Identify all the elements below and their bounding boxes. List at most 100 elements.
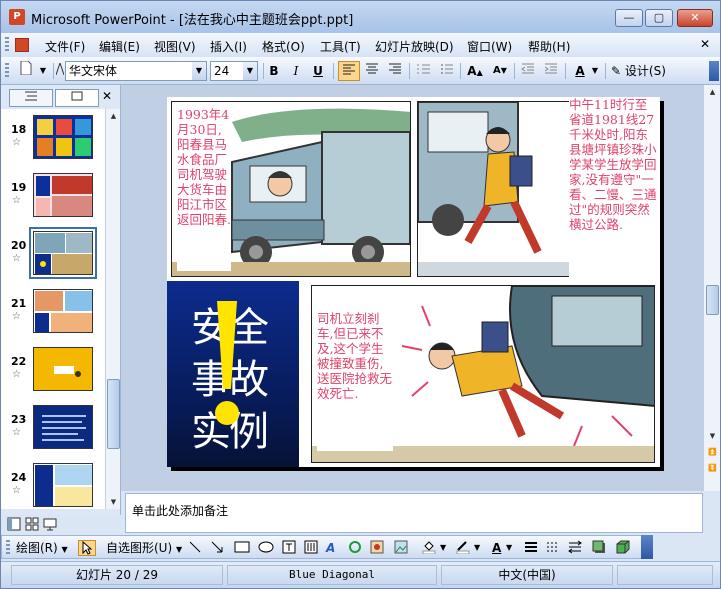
align-right-icon[interactable] (384, 61, 406, 81)
select-objects-icon[interactable] (78, 540, 96, 556)
pane-close-button[interactable]: ✕ (102, 89, 112, 103)
slide-position-status: 幻灯片 20 / 29 (11, 565, 223, 585)
slideshow-view-icon[interactable] (43, 517, 57, 531)
draw-menu-button[interactable]: 绘图(R) ▼ (16, 540, 68, 556)
slide-sorter-view-icon[interactable] (25, 517, 39, 531)
normal-view-icon[interactable] (7, 517, 21, 531)
scroll-down-icon[interactable]: ▼ (107, 495, 120, 509)
oval-icon[interactable] (258, 540, 274, 556)
thumbnail-22[interactable]: 22 ☆ (1, 345, 105, 401)
underline-button[interactable]: U (307, 61, 329, 81)
menu-file[interactable]: 文件(F) (45, 38, 85, 55)
text-box-icon[interactable] (282, 540, 296, 556)
font-color-icon[interactable]: A (569, 61, 591, 81)
increase-font-size-icon[interactable]: A▲ (464, 61, 486, 81)
previous-slide-icon[interactable]: ⏫ (706, 445, 719, 459)
shadow-style-icon[interactable] (592, 540, 606, 556)
menu-view[interactable]: 视图(V) (154, 38, 196, 55)
vertical-text-box-icon[interactable] (304, 540, 318, 556)
menu-tools[interactable]: 工具(T) (320, 38, 361, 55)
draw-menu-label: 绘图(R) (16, 541, 58, 555)
font-color-draw-dropdown-icon[interactable]: ▼ (506, 540, 512, 556)
toolbar-options-icon[interactable] (709, 61, 719, 81)
new-dropdown-arrow-icon[interactable]: ▼ (37, 61, 49, 81)
notes-pane[interactable]: 单击此处添加备注 (125, 493, 703, 533)
font-color-draw-icon[interactable]: A (492, 540, 501, 556)
thumbnail-21[interactable]: 21 ☆ (1, 287, 105, 343)
outline-tab[interactable] (9, 89, 53, 107)
next-slide-icon[interactable]: ⏬ (706, 461, 719, 475)
numbering-icon[interactable] (413, 61, 435, 81)
thumbnail-image (33, 289, 93, 333)
arrow-style-icon[interactable] (568, 540, 582, 556)
menu-window[interactable]: 窗口(W) (467, 38, 512, 55)
drawbar-grip[interactable] (6, 540, 10, 556)
clip-art-icon[interactable] (370, 540, 384, 556)
wordart-icon[interactable]: A (326, 540, 335, 556)
close-button[interactable]: ✕ (677, 9, 713, 27)
notes-placeholder[interactable]: 单击此处添加备注 (132, 502, 228, 519)
thumbnail-18[interactable]: 18 ☆ (1, 113, 105, 169)
menu-grip[interactable] (5, 37, 9, 53)
powerpoint-app-icon[interactable]: P (9, 9, 25, 25)
new-document-icon[interactable] (15, 60, 37, 81)
line-color-icon[interactable] (456, 540, 470, 556)
decrease-font-size-icon[interactable]: A▼ (489, 61, 511, 81)
font-icon (55, 61, 65, 81)
drawbar-options-icon[interactable] (641, 535, 653, 559)
thumbnail-20[interactable]: 20 ☆ (1, 227, 105, 285)
scroll-down-icon[interactable]: ▼ (706, 429, 719, 443)
font-size-dropdown-icon[interactable]: ▼ (243, 62, 257, 80)
menu-help[interactable]: 帮助(H) (528, 38, 570, 55)
line-color-dropdown-icon[interactable]: ▼ (474, 540, 480, 556)
3d-style-icon[interactable] (616, 540, 630, 556)
font-color-dropdown-icon[interactable]: ▼ (589, 61, 601, 81)
thumbnail-23[interactable]: 23 ☆ (1, 403, 105, 459)
menu-format[interactable]: 格式(O) (262, 38, 305, 55)
thumbnail-image (33, 405, 93, 449)
separator (333, 63, 334, 79)
bullets-icon[interactable] (436, 61, 458, 81)
slide-scroll-thumb[interactable] (706, 285, 719, 315)
minimize-button[interactable]: — (615, 9, 643, 27)
thumbnail-scrollbar[interactable]: ▲ ▼ (105, 109, 120, 509)
fill-color-icon[interactable] (422, 540, 436, 556)
font-name-dropdown-icon[interactable]: ▼ (192, 62, 206, 80)
slide-scrollbar[interactable]: ▲ ▼ ⏫ ⏬ (703, 85, 720, 491)
font-name-combo[interactable]: 华文宋体 ▼ (65, 61, 207, 81)
scroll-up-icon[interactable]: ▲ (107, 109, 120, 123)
line-icon[interactable] (188, 540, 202, 556)
bold-button[interactable]: B (263, 61, 285, 81)
fill-color-dropdown-icon[interactable]: ▼ (440, 540, 446, 556)
align-center-icon[interactable] (361, 61, 383, 81)
menu-insert[interactable]: 插入(I) (210, 38, 247, 55)
diagram-icon[interactable] (348, 540, 362, 556)
thumbnail-24[interactable]: 24 ☆ (1, 461, 105, 509)
decrease-indent-icon[interactable] (517, 61, 539, 81)
insert-picture-icon[interactable] (394, 540, 408, 556)
thumbnail-19[interactable]: 19 ☆ (1, 171, 105, 227)
italic-button[interactable]: I (285, 61, 307, 81)
scroll-thumb[interactable] (107, 379, 120, 449)
animation-star-icon: ☆ (12, 485, 21, 496)
menu-slideshow[interactable]: 幻灯片放映(D) (375, 38, 454, 55)
rectangle-icon[interactable] (234, 540, 250, 556)
slides-tab[interactable] (55, 89, 99, 107)
increase-indent-icon[interactable] (540, 61, 562, 81)
menu-edit[interactable]: 编辑(E) (99, 38, 140, 55)
maximize-button[interactable]: ▢ (645, 9, 673, 27)
align-left-icon[interactable] (338, 61, 360, 81)
slide-canvas[interactable]: 1993年4月30日,阳春县马水食品厂司机驾驶大货车由阳江市区返回阳春. 中午1… (167, 97, 660, 467)
document-icon[interactable] (15, 38, 29, 52)
font-size-combo[interactable]: 24 ▼ (210, 61, 258, 81)
line-style-icon[interactable] (524, 540, 538, 556)
dash-style-icon[interactable] (546, 540, 560, 556)
autoshapes-button[interactable]: 自选图形(U) ▼ (106, 540, 182, 556)
arrow-icon[interactable] (210, 540, 224, 556)
design-button[interactable]: ✎ 设计(S) (611, 61, 671, 81)
close-document-button[interactable]: ✕ (700, 37, 710, 51)
scroll-up-icon[interactable]: ▲ (706, 85, 719, 99)
separator (605, 63, 606, 79)
toolbar-grip[interactable] (5, 63, 9, 79)
thumbnail-number: 21 (11, 297, 27, 310)
